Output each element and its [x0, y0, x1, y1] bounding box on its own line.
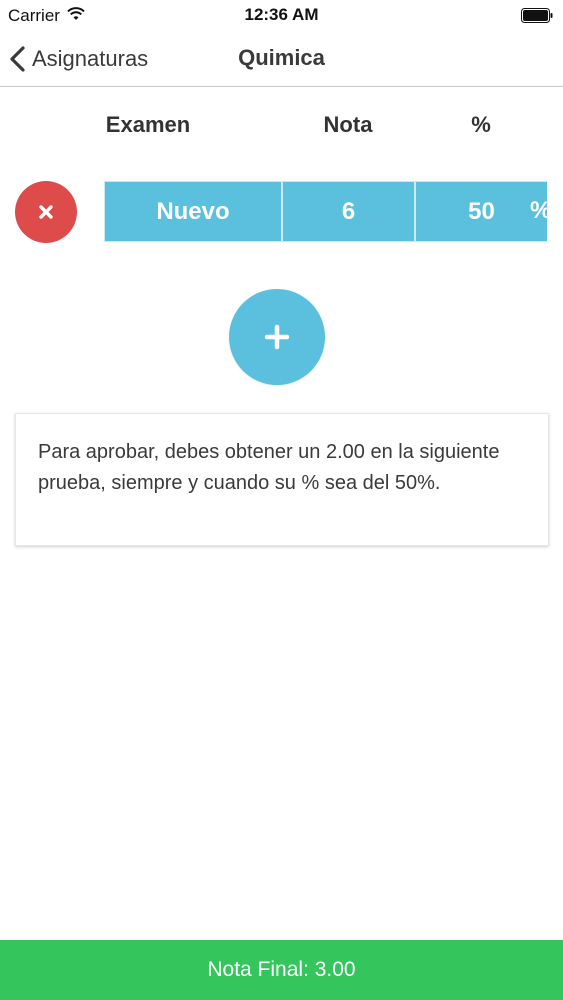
- percent-suffix: %: [530, 197, 547, 225]
- column-header-nota: Nota: [323, 112, 373, 137]
- final-grade-bar: Nota Final: 3.00: [0, 940, 563, 1000]
- final-grade-label: Nota Final: 3.00: [207, 958, 356, 981]
- exam-grade-field[interactable]: 6: [282, 181, 415, 242]
- exam-percent-value: 50: [468, 197, 495, 225]
- status-bar: Carrier 12:36 AM: [0, 0, 563, 30]
- back-label: Asignaturas: [32, 45, 149, 71]
- battery-icon: [521, 8, 553, 23]
- close-icon: [39, 205, 53, 219]
- status-time: 12:36 AM: [244, 5, 319, 24]
- column-header-examen: Examen: [105, 112, 191, 137]
- chevron-left-icon: [10, 45, 25, 72]
- exam-name-field[interactable]: Nuevo: [104, 181, 282, 242]
- back-button[interactable]: Asignaturas: [8, 30, 148, 87]
- column-header-percent: %: [471, 112, 491, 137]
- info-message: Para aprobar, debes obtener un 2.00 en l…: [38, 441, 500, 494]
- info-card: Para aprobar, debes obtener un 2.00 en l…: [15, 413, 549, 546]
- add-exam-button[interactable]: [229, 289, 325, 385]
- navigation-bar: Quimica Asignaturas: [0, 30, 563, 87]
- plus-icon: [264, 324, 290, 350]
- exam-percent-field[interactable]: 50: [415, 181, 547, 242]
- delete-exam-button[interactable]: [15, 181, 77, 243]
